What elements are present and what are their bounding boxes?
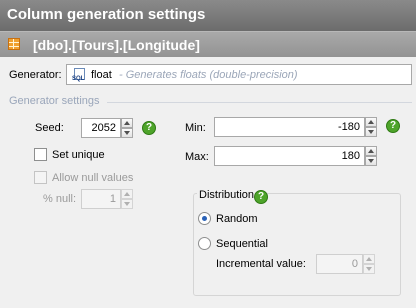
max-label: Max:: [185, 151, 209, 163]
seed-input[interactable]: 2052: [81, 118, 121, 138]
seed-spinner[interactable]: [121, 118, 133, 138]
min-spinner[interactable]: [365, 117, 377, 137]
incremental-value-label: Incremental value:: [216, 258, 306, 270]
pct-null-label: % null:: [43, 193, 77, 205]
generator-dropdown[interactable]: SQL float - Generates floats (double-pre…: [66, 64, 412, 85]
pct-null-spinner[interactable]: [121, 189, 133, 209]
min-input[interactable]: -180: [214, 117, 365, 137]
pct-null-input[interactable]: 1: [81, 189, 121, 209]
sql-icon: SQL: [72, 68, 86, 82]
generator-label: Generator:: [9, 69, 62, 81]
generator-settings-title: Generator settings: [9, 95, 100, 107]
window-title: Column generation settings: [0, 0, 416, 31]
sequential-label: Sequential: [216, 238, 268, 250]
column-path: [dbo].[Tours].[Longitude]: [33, 37, 200, 53]
incremental-value-input[interactable]: 0: [316, 254, 363, 274]
distribution-title: Distribution: [197, 189, 257, 201]
random-label: Random: [216, 213, 258, 225]
max-spinner[interactable]: [365, 146, 377, 166]
column-header: [dbo].[Tours].[Longitude]: [0, 31, 416, 57]
group-divider: [107, 102, 412, 103]
allow-null-label: Allow null values: [52, 172, 134, 184]
set-unique-label: Set unique: [52, 149, 105, 161]
incremental-value-spinner[interactable]: [363, 254, 375, 274]
allow-null-checkbox[interactable]: [34, 171, 47, 184]
help-icon[interactable]: ?: [142, 121, 156, 135]
min-label: Min:: [185, 122, 206, 134]
seed-label: Seed:: [35, 122, 64, 134]
max-input[interactable]: 180: [214, 146, 365, 166]
help-icon[interactable]: ?: [254, 190, 268, 204]
random-radio[interactable]: [198, 212, 211, 225]
table-icon: [8, 38, 20, 50]
generator-description: - Generates floats (double-precision): [119, 69, 298, 81]
generator-value: float: [91, 69, 112, 81]
help-icon[interactable]: ?: [386, 119, 400, 133]
sequential-radio[interactable]: [198, 237, 211, 250]
set-unique-checkbox[interactable]: [34, 148, 47, 161]
